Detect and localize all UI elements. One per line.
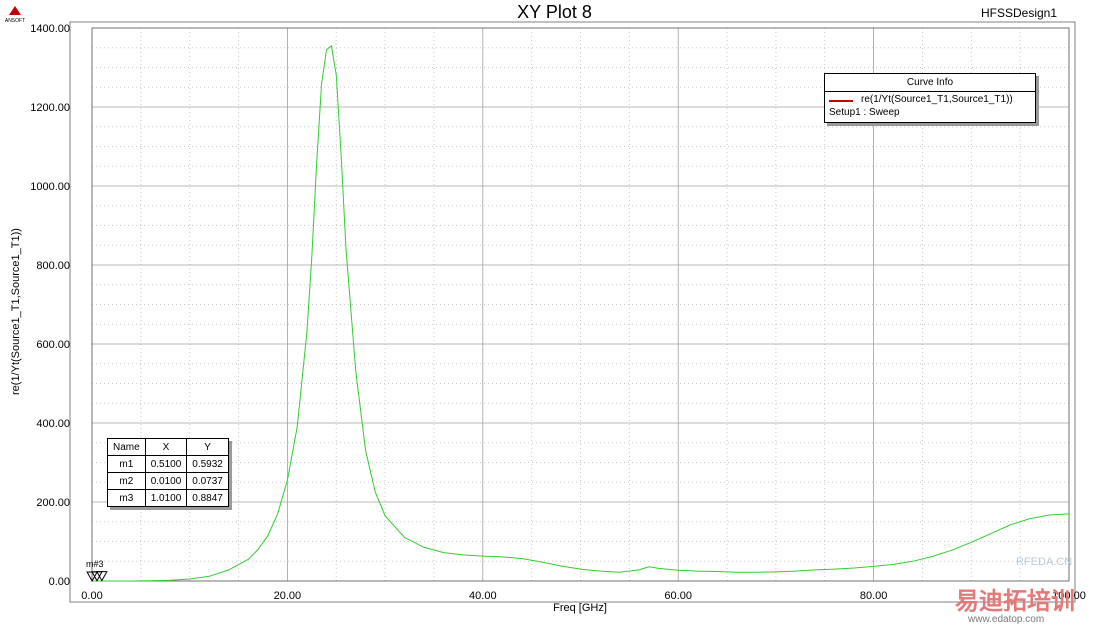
watermark-brand: 易迪拓培训 bbox=[955, 588, 1075, 615]
marker-y: 0.5932 bbox=[186, 455, 229, 473]
x-tick-label: 80.00 bbox=[860, 590, 888, 602]
y-tick-label: 1000.00 bbox=[30, 181, 70, 193]
legend-title: Curve Info bbox=[906, 77, 954, 88]
marker-y: 0.0737 bbox=[186, 472, 229, 490]
x-tick-label: 40.00 bbox=[469, 590, 497, 602]
y-tick-label: 0.00 bbox=[49, 576, 70, 588]
marker-x: 1.0100 bbox=[144, 489, 188, 507]
marker-x: 0.0100 bbox=[144, 472, 188, 490]
x-tick-label: 20.00 bbox=[274, 590, 302, 602]
legend-divider bbox=[825, 91, 1035, 92]
watermark-url: www.edatop.com bbox=[968, 614, 1045, 625]
marker-name: m3 bbox=[107, 489, 146, 507]
y-tick-label: 1400.00 bbox=[30, 23, 70, 35]
legend-entry-setup: Setup1 : Sweep bbox=[829, 107, 900, 118]
x-axis-title: Freq [GHz] bbox=[553, 602, 607, 614]
marker-x: 0.5100 bbox=[144, 455, 188, 473]
y-axis-title: re(1/Yt(Source1_T1,Source1_T1)) bbox=[10, 228, 22, 395]
y-tick-label: 1200.00 bbox=[30, 102, 70, 114]
marker-label: m#3 bbox=[86, 559, 104, 569]
table-row: m1 0.5100 0.5932 bbox=[107, 455, 229, 473]
legend-entry: re(1/Yt(Source1_T1,Source1_T1)) bbox=[825, 94, 1035, 107]
curve-info-legend[interactable]: Curve Info re(1/Yt(Source1_T1,Source1_T1… bbox=[824, 73, 1036, 123]
y-tick-label: 400.00 bbox=[36, 418, 70, 430]
marker-table-header: Name X Y bbox=[107, 438, 229, 456]
marker-y: 0.8847 bbox=[186, 489, 229, 507]
marker-header-x: X bbox=[144, 438, 188, 456]
legend-entry-name: re(1/Yt(Source1_T1,Source1_T1)) bbox=[861, 94, 1013, 105]
y-tick-label: 200.00 bbox=[36, 497, 70, 509]
marker-header-y: Y bbox=[186, 438, 229, 456]
x-tick-label: 0.00 bbox=[81, 590, 102, 602]
marker-name: m1 bbox=[107, 455, 146, 473]
x-tick-label: 60.00 bbox=[664, 590, 692, 602]
watermark-site: RFEDA.CN bbox=[1016, 556, 1073, 568]
y-tick-label: 800.00 bbox=[36, 260, 70, 272]
marker-table[interactable]: Name X Y m1 0.5100 0.5932 m2 0.0100 0.07… bbox=[107, 438, 229, 507]
legend-swatch bbox=[829, 100, 853, 102]
marker-name: m2 bbox=[107, 472, 146, 490]
plot-window: XY Plot 8 HFSSDesign1 ANSOFT 0.00 20.00 40… bbox=[0, 0, 1109, 630]
marker-header-name: Name bbox=[107, 438, 146, 456]
table-row: m3 1.0100 0.8847 bbox=[107, 489, 229, 507]
y-tick-label: 600.00 bbox=[36, 339, 70, 351]
table-row: m2 0.0100 0.0737 bbox=[107, 472, 229, 490]
